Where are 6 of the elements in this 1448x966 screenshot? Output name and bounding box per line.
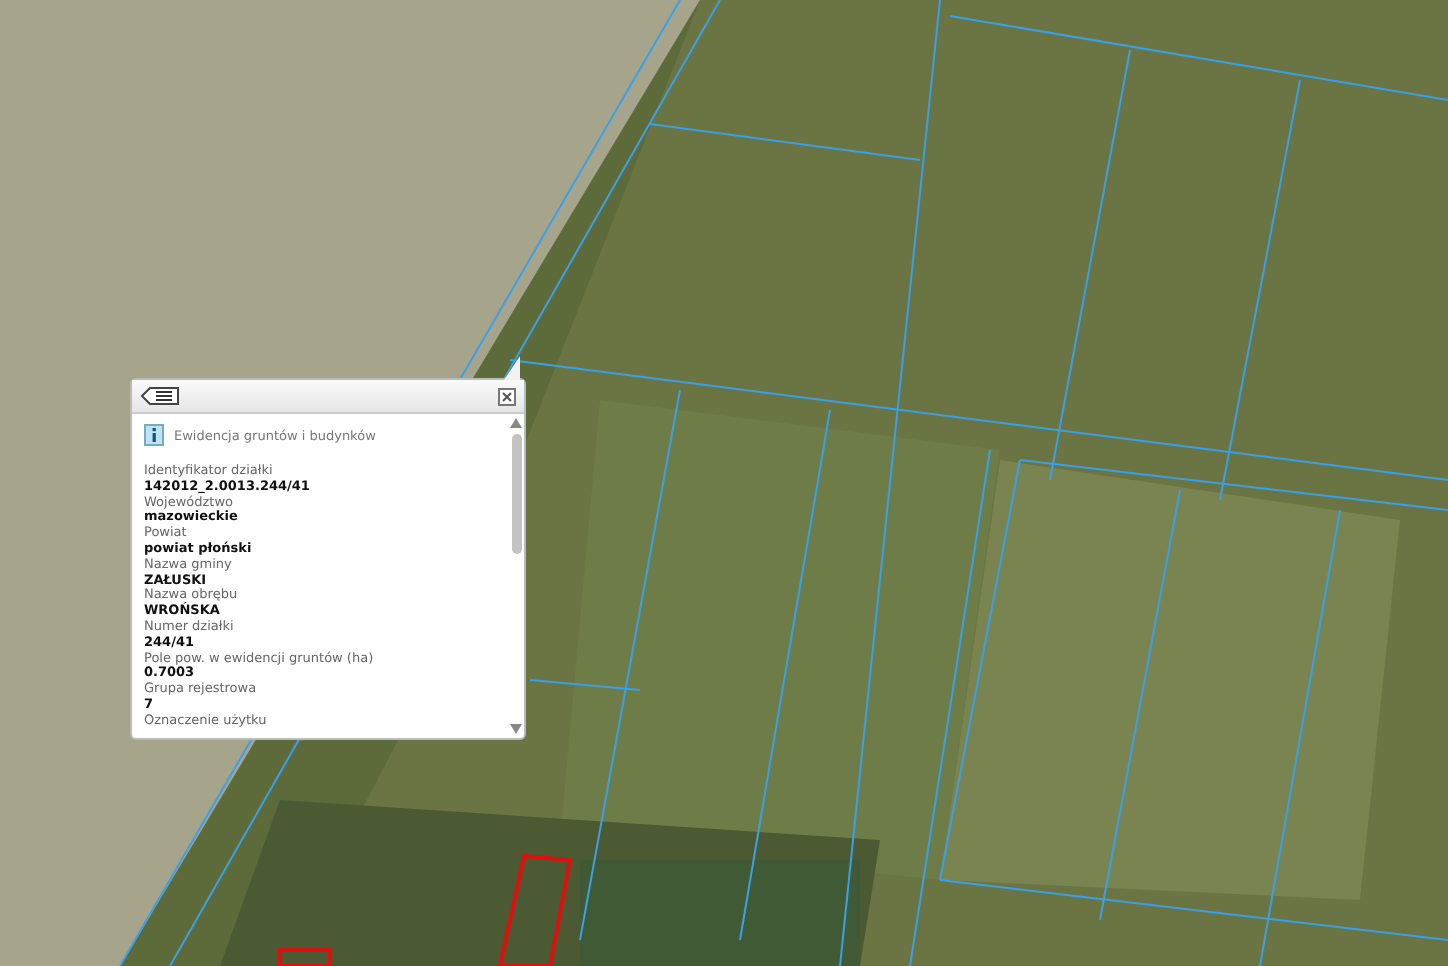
info-icon xyxy=(144,424,164,446)
scrollbar[interactable] xyxy=(508,414,524,738)
close-button[interactable] xyxy=(498,387,516,405)
list-button[interactable] xyxy=(140,386,180,406)
close-icon xyxy=(498,387,516,405)
list-icon xyxy=(140,386,180,406)
